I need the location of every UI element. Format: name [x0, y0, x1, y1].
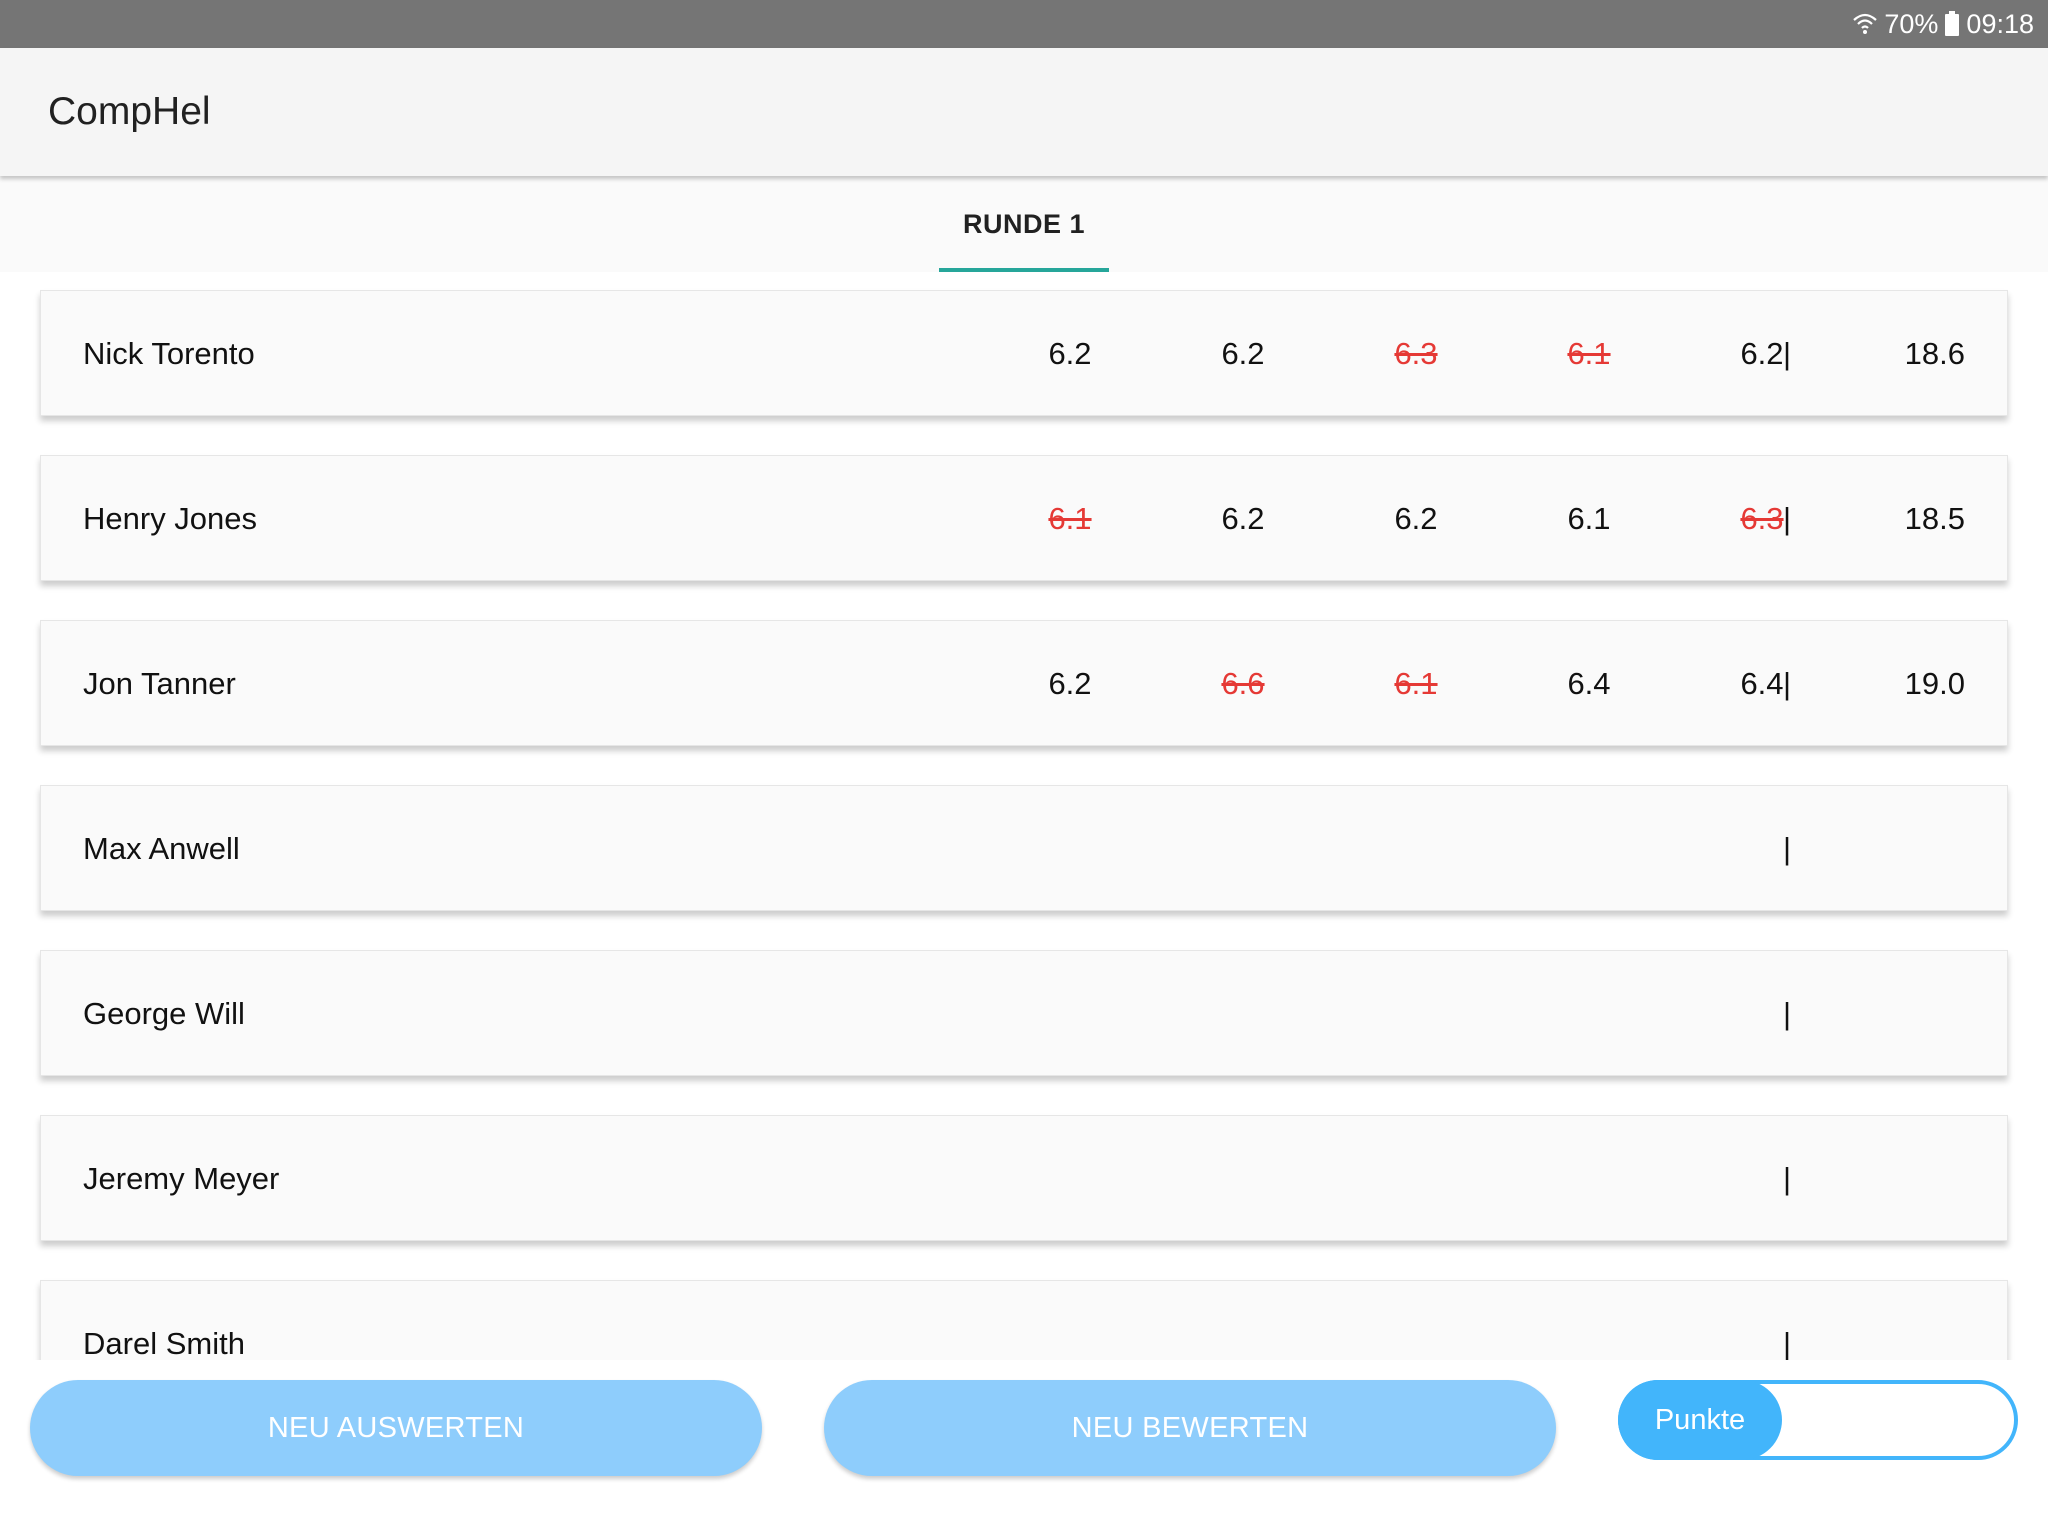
score-separator: |	[1783, 336, 1792, 371]
total-score: 18.5	[1904, 501, 1965, 536]
battery-percent: 70%	[1884, 8, 1939, 39]
competitor-row[interactable]: George Will |	[40, 950, 2008, 1076]
discarded-score: 6.3	[1394, 336, 1438, 371]
bottom-bar: NEU AUSWERTEN NEU BEWERTEN Punkte	[0, 1360, 2048, 1536]
judge-score: 6.2	[1048, 336, 1092, 371]
competitor-row[interactable]: Max Anwell |	[40, 785, 2008, 911]
neu-bewerten-button[interactable]: NEU BEWERTEN	[824, 1380, 1556, 1476]
judge-score: 6.2	[1221, 501, 1265, 536]
discarded-score: 6.1	[1048, 501, 1092, 536]
discarded-score: 6.1	[1567, 336, 1611, 371]
competitor-row[interactable]: Henry Jones 6.1 6.2 6.2 6.1 6.3 | 18.5	[40, 455, 2008, 581]
clock: 09:18	[1966, 8, 2034, 39]
score-separator: |	[1783, 1161, 1792, 1196]
punkte-toggle[interactable]: Punkte	[1618, 1380, 2018, 1460]
competitor-list[interactable]: Nick Torento 6.2 6.2 6.3 6.1 6.2 | 18.6 Henry Jo…	[0, 272, 2048, 1360]
toggle-knob[interactable]: Punkte	[1618, 1380, 1782, 1460]
discarded-score: 6.6	[1221, 666, 1265, 701]
app-bar: CompHel	[0, 48, 2048, 176]
competitor-row[interactable]: Jon Tanner 6.2 6.6 6.1 6.4 6.4 | 19.0	[40, 620, 2008, 746]
app-title: CompHel	[48, 90, 211, 133]
score-separator: |	[1783, 996, 1792, 1031]
competitor-name: Max Anwell	[83, 831, 240, 866]
neu-auswerten-button[interactable]: NEU AUSWERTEN	[30, 1380, 762, 1476]
judge-score: 6.4	[1567, 666, 1611, 701]
competitor-name: George Will	[83, 996, 245, 1031]
judge-score: 6.2	[1394, 501, 1438, 536]
competitor-row[interactable]: Darel Smith |	[40, 1280, 2008, 1360]
competitor-name: Henry Jones	[83, 501, 258, 536]
discarded-score: 6.1	[1394, 666, 1438, 701]
score-separator: |	[1783, 831, 1792, 866]
score-separator: |	[1783, 501, 1792, 536]
total-score: 19.0	[1904, 666, 1965, 701]
total-score: 18.6	[1904, 336, 1965, 371]
competitor-row[interactable]: Jeremy Meyer |	[40, 1115, 2008, 1241]
battery-icon	[1944, 11, 1960, 37]
judge-score: 6.2	[1048, 666, 1092, 701]
score-separator: |	[1783, 666, 1792, 701]
competitor-name: Jeremy Meyer	[83, 1161, 280, 1196]
judge-score: 6.2	[1221, 336, 1265, 371]
tab-runde-1[interactable]: RUNDE 1	[938, 176, 1110, 272]
tab-bar: RUNDE 1	[0, 176, 2048, 272]
tab-label: RUNDE 1	[962, 208, 1086, 239]
competitor-name: Darel Smith	[83, 1326, 245, 1360]
score-separator: |	[1783, 1326, 1792, 1360]
competitor-name: Jon Tanner	[83, 666, 236, 701]
judge-score: 6.1	[1567, 501, 1611, 536]
wifi-icon	[1852, 11, 1878, 37]
competitor-name: Nick Torento	[83, 336, 255, 371]
competitor-row[interactable]: Nick Torento 6.2 6.2 6.3 6.1 6.2 | 18.6	[40, 290, 2008, 416]
status-bar: 70% 09:18	[0, 0, 2048, 48]
